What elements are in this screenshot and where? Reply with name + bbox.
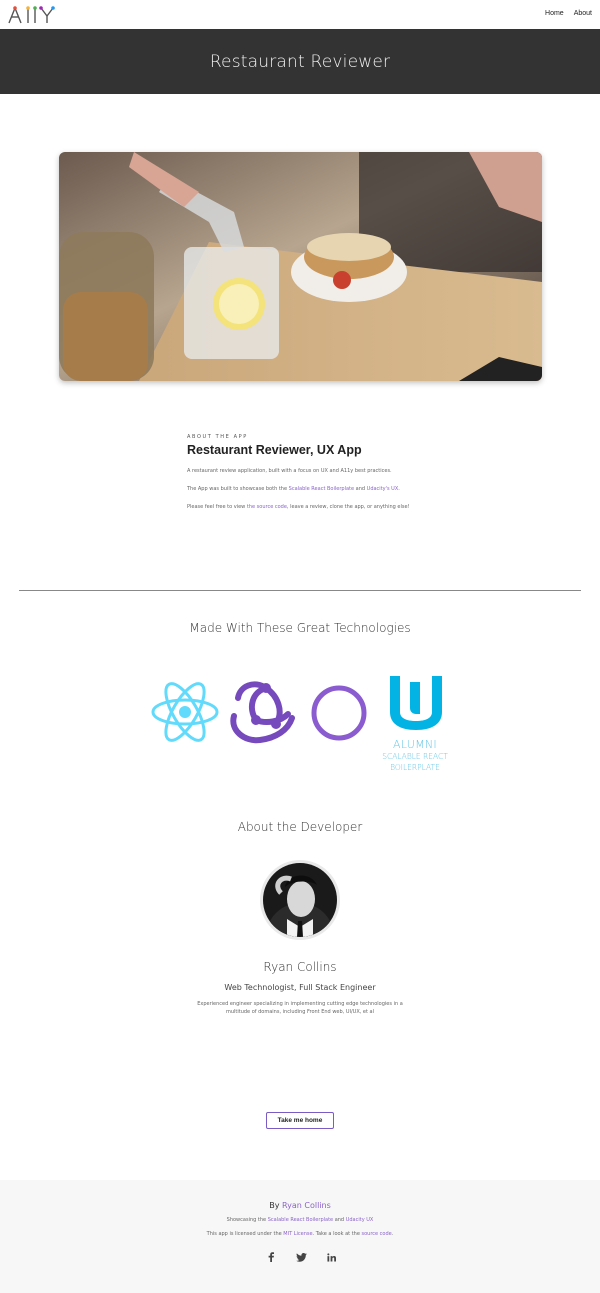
social-links (265, 1251, 337, 1263)
take-me-home-button[interactable]: Take me home (266, 1112, 334, 1129)
about-eyebrow: ABOUT THE APP (187, 434, 248, 440)
developer-title: About the Developer (237, 820, 363, 834)
footer-link-udacity[interactable]: Udacity UX (346, 1217, 374, 1223)
about-paragraph-1: A restaurant review application, built w… (187, 468, 392, 474)
footer-byline: By Ryan Collins (0, 1201, 600, 1210)
react-icon (151, 682, 219, 742)
about-p2-text-end: . (398, 486, 400, 492)
linkedin-icon[interactable] (325, 1251, 337, 1263)
about-paragraph-2: The App was built to showcase both the S… (187, 486, 427, 493)
footer-link-author[interactable]: Ryan Collins (282, 1201, 331, 1210)
header-banner: Restaurant Reviewer (0, 29, 600, 94)
page-title: Restaurant Reviewer (209, 51, 391, 72)
footer-l3-mid: . Take a look at the (312, 1231, 362, 1237)
developer-bio: Experienced engineer specializing in imp… (197, 1001, 403, 1015)
udacity-sub1: SCALABLE REACT (382, 752, 448, 761)
udacity-icon (390, 676, 442, 730)
about-paragraph-3: Please feel free to view the source code… (187, 504, 427, 511)
section-divider (19, 590, 581, 591)
udacity-sub2: BOILERPLATE (390, 763, 440, 772)
footer-l2-text: Showcasing the (226, 1217, 268, 1223)
hero-image (59, 152, 542, 381)
technologies-title: Made With These Great Technologies (189, 621, 411, 635)
footer-link-boilerplate[interactable]: Scalable React Boilerplate (268, 1217, 333, 1223)
link-udacity-ux[interactable]: Udacity's UX (367, 486, 399, 492)
developer-name: Ryan Collins (263, 960, 337, 974)
facebook-icon[interactable] (265, 1251, 277, 1263)
udacity-caption: ALUMNI SCALABLE REACT BOILERPLATE (377, 738, 453, 773)
circle-icon (311, 685, 367, 741)
footer-link-source-code[interactable]: source code (361, 1231, 391, 1237)
udacity-alumni-label: ALUMNI (393, 738, 437, 751)
footer-l2-mid: and (333, 1217, 346, 1223)
avatar (260, 860, 340, 940)
redux-icon (230, 681, 295, 744)
footer-l3-end: . (391, 1231, 394, 1237)
about-p3-text-end: , leave a review, clone the app, or anyt… (286, 504, 410, 510)
top-nav: Home About (0, 0, 600, 29)
about-p2-text: The App was built to showcase both the (187, 486, 289, 492)
about-p2-text-mid: and (354, 486, 367, 492)
footer-by-text: By (269, 1201, 282, 1210)
nav-link-home[interactable]: Home (545, 10, 564, 17)
footer: By Ryan Collins Showcasing the Scalable … (0, 1180, 600, 1293)
link-scalable-react-boilerplate[interactable]: Scalable React Boilerplate (289, 486, 354, 492)
twitter-icon[interactable] (295, 1251, 307, 1263)
about-heading: Restaurant Reviewer, UX App (187, 443, 362, 457)
developer-role: Web Technologist, Full Stack Engineer (224, 983, 376, 992)
nav-link-about[interactable]: About (574, 10, 592, 17)
about-app-section: ABOUT THE APP Restaurant Reviewer, UX Ap… (187, 434, 427, 511)
footer-showcase-line: Showcasing the Scalable React Boilerplat… (0, 1217, 600, 1223)
link-source-code[interactable]: the source code (247, 504, 287, 510)
a11y-logo[interactable] (7, 4, 57, 26)
about-p3-text: Please feel free to view (187, 504, 247, 510)
footer-license-line: This app is licensed under the MIT Licen… (0, 1231, 600, 1237)
footer-link-mit-license[interactable]: MIT License (283, 1231, 312, 1237)
footer-l3-text: This app is licensed under the (206, 1231, 284, 1237)
